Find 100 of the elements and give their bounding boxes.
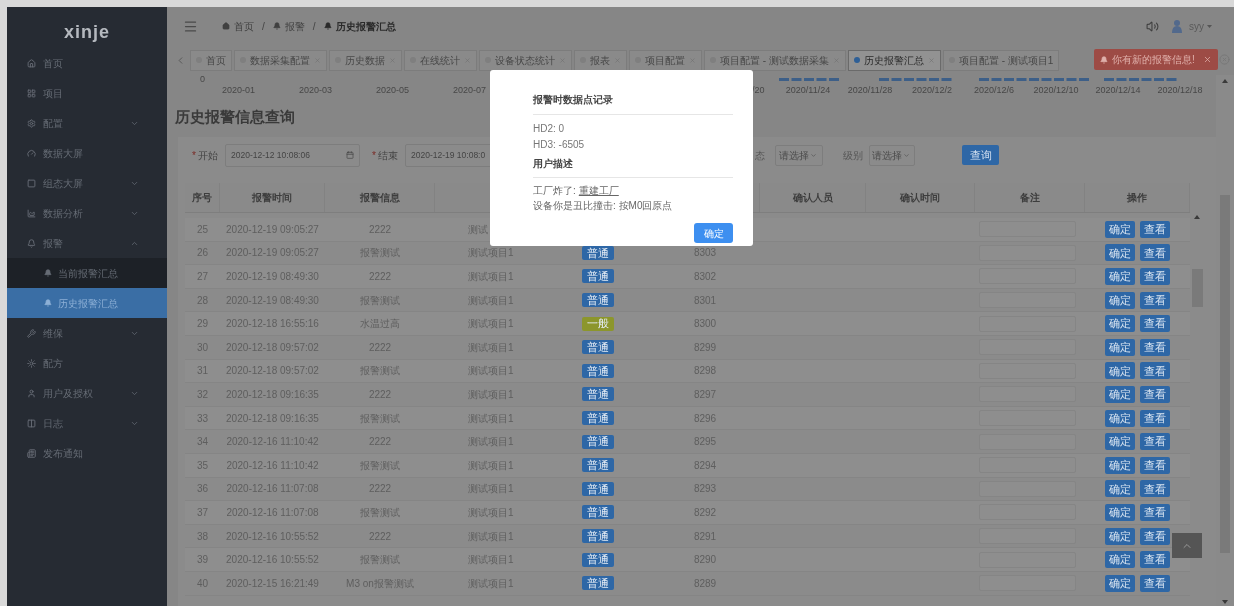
tab[interactable]: 历史报警汇总 <box>847 49 941 71</box>
sun-icon <box>27 358 36 368</box>
level-tag: 普通 <box>581 552 614 567</box>
view-button[interactable]: 查看 <box>1140 291 1170 309</box>
confirm-button[interactable]: 确定 <box>1105 385 1135 403</box>
axis-label: 2020-01 <box>221 83 256 97</box>
scroll-up-icon[interactable] <box>1194 215 1200 219</box>
breadcrumb-item[interactable]: 报警 <box>272 18 305 34</box>
area-chart-icon <box>27 208 36 218</box>
confirm-button[interactable]: 确定 <box>1105 362 1135 380</box>
confirm-button[interactable]: 确定 <box>1105 456 1135 474</box>
confirm-button[interactable]: 确定 <box>1105 551 1135 569</box>
view-button[interactable]: 查看 <box>1140 480 1170 498</box>
axis-label: 2020/12/18 <box>1156 83 1204 97</box>
confirm-button[interactable]: 确定 <box>1105 244 1135 262</box>
confirm-button[interactable]: 确定 <box>1105 409 1135 427</box>
chevron-down-icon <box>903 151 910 159</box>
confirm-button[interactable]: 确定 <box>1105 574 1135 592</box>
grid-icon <box>27 88 36 98</box>
confirm-button[interactable]: 确定 <box>1105 338 1135 356</box>
view-button[interactable]: 查看 <box>1140 433 1170 451</box>
caret-icon <box>1207 24 1212 28</box>
breadcrumb-item[interactable]: 历史报警汇总 <box>323 18 396 34</box>
level-tag: 普通 <box>581 481 614 496</box>
sidebar-item[interactable]: 首页 <box>7 48 167 78</box>
axis-label: 2020/12/2 <box>910 83 953 97</box>
date-field[interactable]: 2020-12-12 10:08:06 <box>225 143 360 167</box>
sidebar-item[interactable]: 维保 <box>7 318 167 348</box>
level-tag: 普通 <box>581 340 614 355</box>
column-header: 操作 <box>1127 191 1147 205</box>
scroll-down-icon[interactable] <box>1222 600 1228 604</box>
avatar-icon[interactable] <box>1171 19 1183 33</box>
view-button[interactable]: 查看 <box>1140 527 1170 545</box>
level-tag: 普通 <box>581 576 614 591</box>
breadcrumb-item[interactable]: 首页 <box>222 18 254 34</box>
view-button[interactable]: 查看 <box>1140 220 1170 238</box>
home-icon <box>222 22 230 30</box>
close-all-icon[interactable] <box>1219 54 1230 65</box>
submenu-item[interactable]: 当前报警汇总 <box>7 258 167 288</box>
level-tag: 普通 <box>581 529 614 543</box>
home-icon <box>27 58 36 68</box>
bell-icon <box>1100 55 1108 64</box>
tab[interactable]: 首页 <box>190 49 232 71</box>
tab[interactable]: 设备状态统计 <box>479 49 572 71</box>
back-to-top-button[interactable] <box>1172 533 1202 558</box>
newspaper-icon <box>27 448 36 458</box>
field-label: 开始 <box>197 148 218 163</box>
tab[interactable]: 报表 <box>574 49 627 71</box>
submenu-item[interactable]: 历史报警汇总 <box>7 288 167 318</box>
columns-icon <box>27 418 36 428</box>
breadcrumb-separator: / <box>262 19 265 34</box>
bell-icon <box>44 269 52 277</box>
view-button[interactable]: 查看 <box>1140 268 1170 285</box>
view-button[interactable]: 查看 <box>1140 362 1170 380</box>
view-button[interactable]: 查看 <box>1140 385 1170 403</box>
speaker-icon[interactable] <box>1146 19 1159 33</box>
view-button[interactable]: 查看 <box>1140 244 1170 262</box>
view-button[interactable]: 查看 <box>1140 551 1170 569</box>
view-button[interactable]: 查看 <box>1140 409 1170 427</box>
query-button[interactable]: 查询 <box>962 145 999 165</box>
page-scrollbar[interactable] <box>1216 75 1234 606</box>
menu-icon[interactable] <box>183 18 198 34</box>
confirm-button[interactable]: 确定 <box>1105 220 1135 238</box>
axis-label: 2020/12/6 <box>972 83 1015 97</box>
description-link[interactable]: 重建工厂 <box>578 183 619 198</box>
sidebar-item[interactable]: 项目 <box>7 78 167 108</box>
scroll-up-icon[interactable] <box>1222 79 1228 83</box>
description-text: 设备你是丑比撞击: 按M0回原点 <box>533 199 673 213</box>
description-text: 工厂炸了: <box>533 184 576 198</box>
close-icon[interactable] <box>1203 55 1212 64</box>
confirm-button[interactable]: 确定 <box>1105 315 1135 333</box>
tab[interactable]: 在线统计 <box>404 49 477 71</box>
confirm-button[interactable]: 确定 <box>694 223 733 243</box>
level-tag: 普通 <box>581 363 614 378</box>
column-header: 确认时间 <box>900 191 940 205</box>
confirm-button[interactable]: 确定 <box>1105 291 1135 309</box>
confirm-button[interactable]: 确定 <box>1105 433 1135 451</box>
level-tag: 一般 <box>581 316 614 331</box>
level-tag: 普通 <box>581 505 614 520</box>
view-button[interactable]: 查看 <box>1140 456 1170 474</box>
close-icon[interactable] <box>927 56 935 64</box>
gauge-icon <box>27 148 36 158</box>
required-mark: * <box>192 148 196 163</box>
view-button[interactable]: 查看 <box>1140 574 1170 592</box>
user-icon <box>27 388 36 398</box>
bell-icon <box>323 22 332 30</box>
confirm-button[interactable]: 确定 <box>1105 480 1135 498</box>
view-button[interactable]: 查看 <box>1140 315 1170 333</box>
axis-label: 2020-05 <box>375 83 410 97</box>
bell-icon <box>272 22 281 30</box>
confirm-button[interactable]: 确定 <box>1105 503 1135 521</box>
required-mark: * <box>372 148 376 163</box>
level-tag: 普通 <box>581 269 614 284</box>
view-button[interactable]: 查看 <box>1140 503 1170 521</box>
gear-icon <box>27 118 36 128</box>
level-tag: 普通 <box>581 434 614 449</box>
view-button[interactable]: 查看 <box>1140 338 1170 356</box>
confirm-button[interactable]: 确定 <box>1105 527 1135 545</box>
confirm-button[interactable]: 确定 <box>1105 268 1135 285</box>
level-tag: 普通 <box>581 293 614 308</box>
